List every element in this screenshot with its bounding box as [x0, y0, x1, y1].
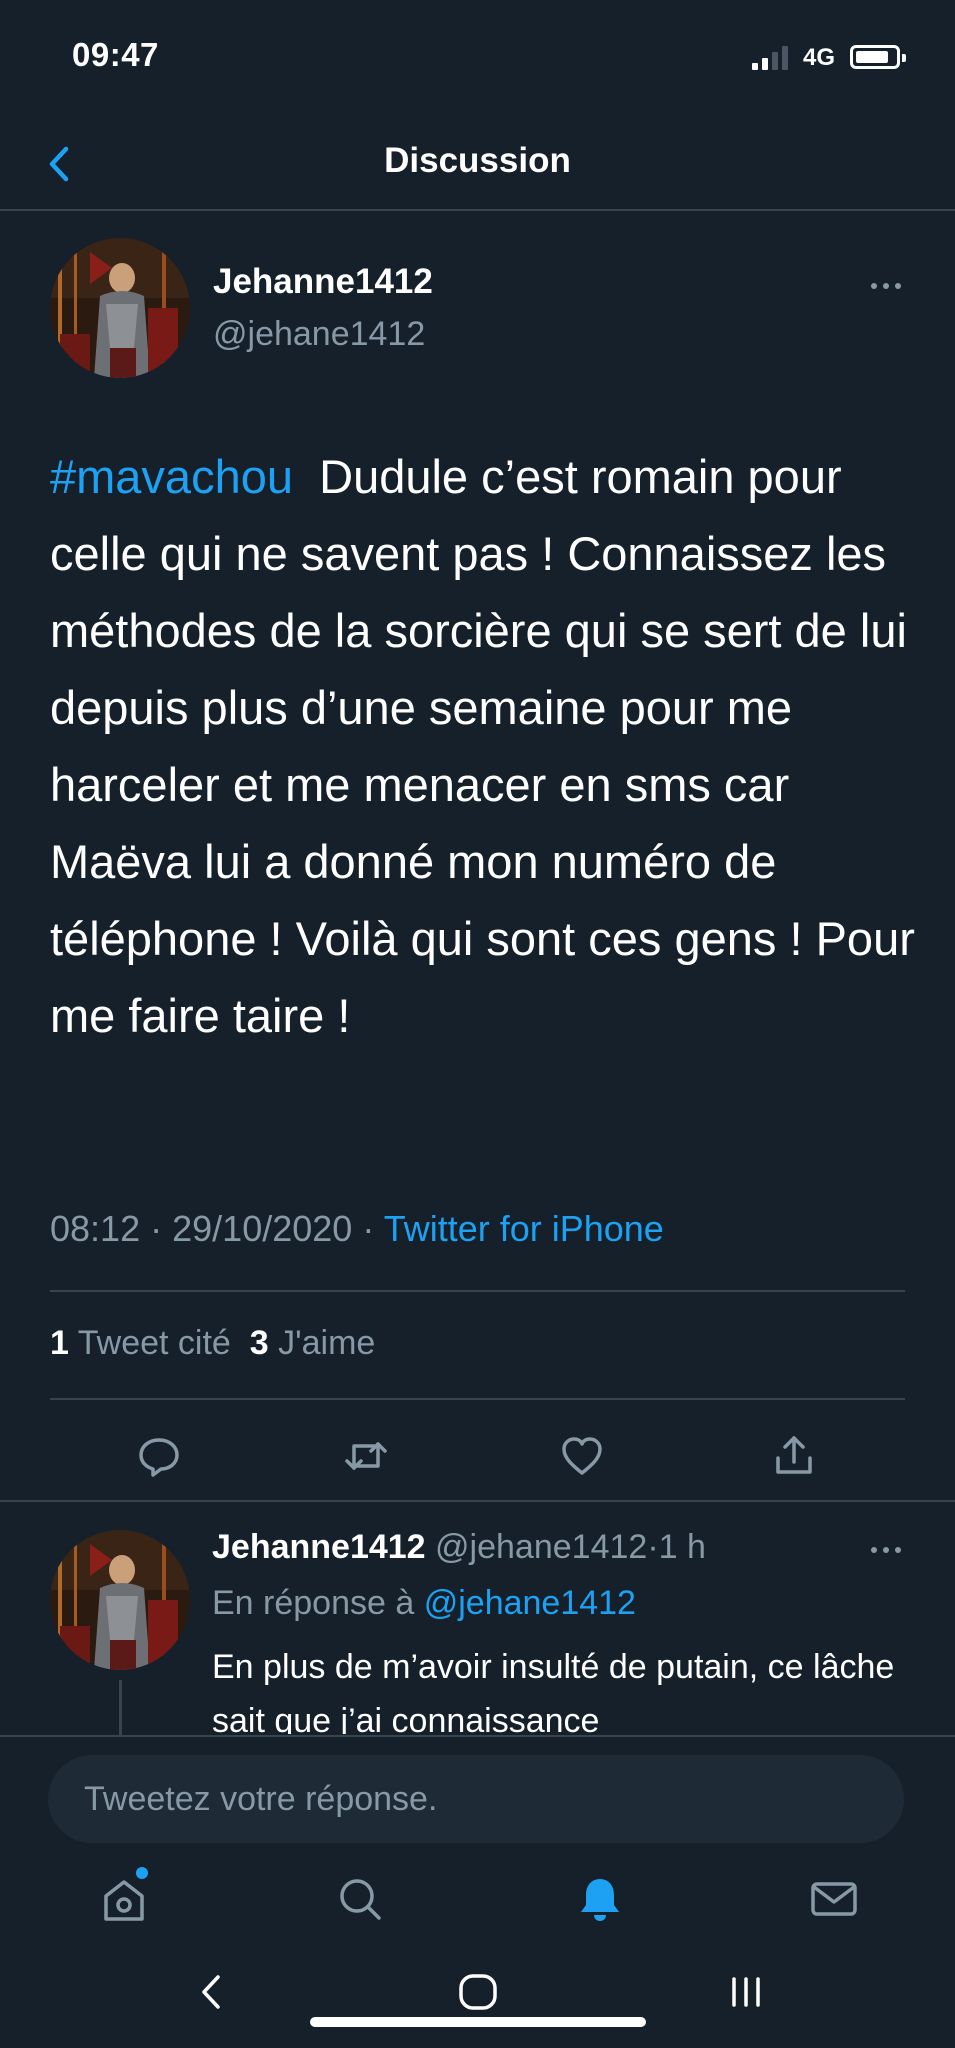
meta-separator: · — [150, 1208, 163, 1249]
reply-time: 1 h — [658, 1528, 706, 1566]
reply-button[interactable] — [133, 1430, 185, 1482]
reply-to-mention[interactable]: @jehane1412 — [424, 1584, 636, 1622]
home-indicator[interactable] — [310, 2017, 646, 2027]
system-home-button[interactable] — [448, 1967, 508, 2017]
tweet-date: 29/10/2020 — [172, 1208, 353, 1249]
meta-separator: · — [362, 1208, 375, 1249]
battery-fill — [856, 51, 888, 63]
retweet-icon — [345, 1442, 387, 1470]
more-horizontal-icon — [871, 283, 901, 289]
tweet-stats: 1 Tweet cité 3 J'aime — [50, 1324, 375, 1363]
divider — [0, 1500, 955, 1502]
more-horizontal-icon — [871, 1547, 901, 1553]
status-time: 09:47 — [72, 36, 159, 73]
avatar-painting — [50, 1530, 190, 1670]
retweet-button[interactable] — [340, 1430, 392, 1482]
quotes-count: 1 — [50, 1324, 69, 1362]
thread-line — [119, 1680, 122, 1738]
reply-input[interactable] — [48, 1755, 904, 1843]
back-icon — [202, 1975, 220, 2009]
author-name[interactable]: Jehanne1412 — [213, 262, 433, 302]
more-button[interactable] — [866, 276, 906, 296]
divider — [50, 1290, 905, 1292]
author-handle[interactable]: @jehane1412 — [213, 315, 425, 354]
screen: 09:47 4G Discussion Jehanne1412 @jehane1… — [0, 0, 955, 2048]
tab-messages[interactable] — [804, 1869, 864, 1929]
tab-bar — [0, 1855, 955, 1955]
share-icon — [776, 1436, 812, 1474]
bell-icon — [581, 1879, 619, 1921]
search-icon — [340, 1879, 381, 1920]
tab-notifications[interactable] — [570, 1869, 630, 1929]
likes-stat[interactable]: 3 J'aime — [250, 1324, 376, 1362]
system-back-button[interactable] — [182, 1967, 242, 2017]
like-button[interactable] — [556, 1430, 608, 1482]
tweet-time: 08:12 — [50, 1208, 141, 1249]
home-button-icon — [459, 1974, 497, 2010]
reply-separator: · — [647, 1528, 659, 1566]
hashtag-link[interactable]: #mavachou — [50, 450, 293, 503]
reply-text-container: En plus de m’avoir insulté de putain, ce… — [212, 1640, 912, 1734]
status-bar: 09:47 4G — [0, 0, 955, 115]
tweet-meta: 08:12 · 29/10/2020 · Twitter for iPhone — [50, 1208, 664, 1250]
reply-author-name[interactable]: Jehanne1412 — [212, 1528, 426, 1566]
avatar-painting — [50, 238, 190, 378]
quotes-label: Tweet cité — [77, 1324, 231, 1362]
reply-to-prefix: En réponse à — [212, 1584, 415, 1622]
tweet-body: Dudule c’est romain pour celle qui ne sa… — [50, 450, 915, 1042]
header: Discussion — [0, 115, 955, 211]
signal-icon — [752, 46, 794, 70]
home-notification-dot — [136, 1867, 148, 1879]
quotes-stat[interactable]: 1 Tweet cité — [50, 1324, 231, 1362]
avatar[interactable] — [50, 238, 190, 378]
reply-more-button[interactable] — [866, 1540, 906, 1560]
reply-author-handle[interactable]: @jehane1412 — [435, 1528, 647, 1566]
reply-to-line: En réponse à @jehane1412 — [212, 1584, 636, 1623]
share-button[interactable] — [768, 1430, 820, 1482]
tab-search[interactable] — [330, 1869, 390, 1929]
tweet-text: #mavachou Dudule c’est romain pour celle… — [50, 438, 920, 1054]
reply-avatar[interactable] — [50, 1530, 190, 1670]
battery-icon — [850, 45, 906, 69]
tab-home[interactable] — [94, 1867, 154, 1929]
heart-icon — [562, 1437, 602, 1475]
recents-icon — [732, 1977, 760, 2007]
reply-text: En plus de m’avoir insulté de putain, ce… — [212, 1648, 895, 1734]
mail-icon — [811, 1882, 857, 1916]
network-label: 4G — [803, 44, 836, 71]
likes-count: 3 — [249, 1324, 269, 1362]
likes-label: J'aime — [278, 1324, 376, 1362]
system-recents-button[interactable] — [716, 1967, 776, 2017]
reply-header: Jehanne1412 @jehane1412·1 h — [212, 1528, 706, 1567]
divider — [50, 1398, 905, 1400]
system-navigation — [0, 1955, 955, 2048]
tweet-source-link[interactable]: Twitter for iPhone — [384, 1208, 664, 1249]
compose-bar — [0, 1735, 955, 1855]
reply-icon — [139, 1438, 179, 1477]
page-title: Discussion — [384, 141, 571, 180]
